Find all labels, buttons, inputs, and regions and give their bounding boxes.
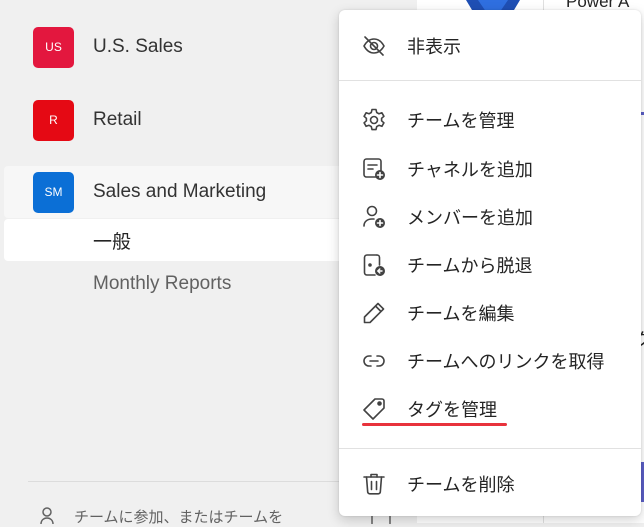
team-avatar: R: [33, 99, 74, 141]
menu-item-leave-team[interactable]: チームから脱退: [339, 243, 641, 287]
team-name: Sales and Marketing: [93, 181, 267, 202]
tag-icon: [361, 396, 387, 422]
menu-label: チャネルを追加: [407, 160, 533, 181]
menu-item-hide[interactable]: 非表示: [339, 24, 641, 68]
menu-label: チームを編集: [407, 304, 515, 325]
pencil-icon: [361, 300, 387, 326]
menu-item-edit-team[interactable]: チームを編集: [339, 291, 641, 335]
team-name: U.S. Sales: [93, 36, 183, 57]
menu-item-delete-team[interactable]: チームを削除: [339, 462, 641, 506]
add-channel-icon: [361, 156, 387, 182]
team-name: Retail: [93, 109, 142, 130]
people-add-icon: [40, 507, 54, 525]
menu-item-add-channel[interactable]: チャネルを追加: [339, 147, 641, 191]
channel-name: Monthly Reports: [93, 273, 232, 294]
menu-item-add-member[interactable]: メンバーを追加: [339, 195, 641, 239]
join-team-label: チームに参加、またはチームを: [74, 508, 284, 526]
join-or-create-team-button[interactable]: チームに参加、またはチームを: [40, 506, 283, 526]
menu-label: タグを管理: [407, 400, 497, 421]
menu-label: 非表示: [407, 37, 461, 58]
channel-name: 一般: [93, 231, 132, 253]
link-icon: [361, 348, 387, 374]
menu-label: チームを削除: [407, 475, 515, 496]
menu-separator: [339, 448, 641, 449]
divider: [28, 481, 388, 482]
menu-label: チームへのリンクを取得: [407, 352, 605, 373]
gear-icon: [361, 107, 387, 133]
menu-label: チームから脱退: [407, 256, 533, 277]
trash-icon: [361, 471, 387, 497]
menu-label: チームを管理: [407, 111, 515, 132]
eye-off-icon: [361, 33, 387, 59]
menu-label: メンバーを追加: [407, 208, 533, 229]
menu-separator: [339, 80, 641, 81]
add-member-icon: [361, 204, 387, 230]
menu-item-get-link[interactable]: チームへのリンクを取得: [339, 339, 641, 383]
menu-item-manage-team[interactable]: チームを管理: [339, 98, 641, 142]
leave-team-icon: [361, 252, 387, 278]
highlight-underline: [362, 423, 507, 426]
team-avatar: US: [33, 26, 74, 68]
team-context-menu: 非表示 チームを管理 チャネルを追加 メンバーを追加 チームから脱退 チームを編…: [339, 10, 641, 516]
team-avatar: SM: [33, 171, 74, 213]
